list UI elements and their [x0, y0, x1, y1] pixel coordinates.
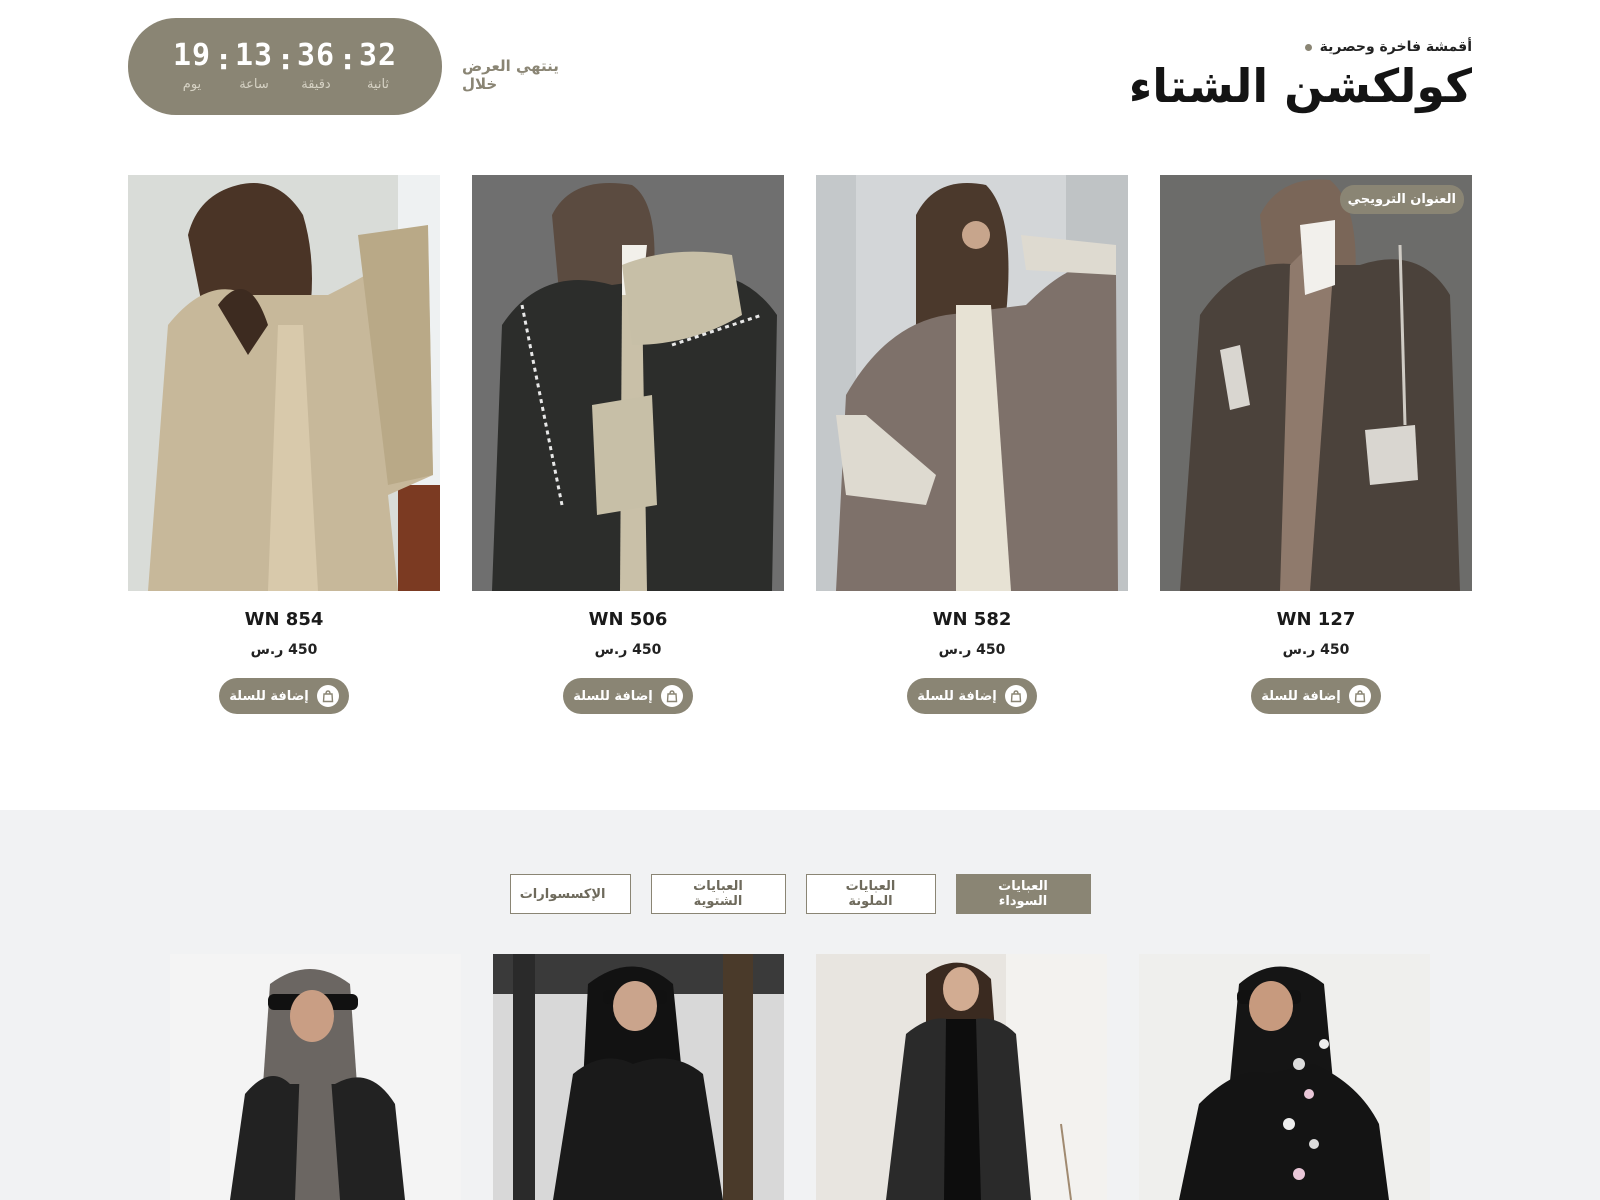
product-card: WN 582 450 ر.س إضافة للسلة [816, 175, 1128, 714]
product-name: WN 127 [1276, 609, 1356, 630]
add-to-cart-label: إضافة للسلة [917, 688, 997, 704]
countdown-days: 19 يوم [166, 38, 218, 93]
product-image[interactable]: العنوان الترويجي [1160, 175, 1472, 591]
product-image[interactable] [816, 175, 1128, 591]
product-image[interactable] [472, 175, 784, 591]
add-to-cart-button[interactable]: إضافة للسلة [563, 678, 693, 714]
countdown-seconds: 32 ثانية [352, 38, 404, 93]
section-eyebrow: أقمشة فاخرة وحصرية [1129, 36, 1472, 58]
product-image[interactable] [170, 954, 461, 1200]
countdown-days-label: يوم [182, 77, 202, 92]
product-name: WN 506 [588, 609, 668, 630]
tab-winter-abayas[interactable]: العبايات الشتوية [650, 874, 786, 914]
page-title: كولكشن الشتاء [1128, 59, 1472, 113]
product-price: 450 ر.س [250, 642, 318, 658]
shopping-bag-icon [660, 685, 683, 707]
product-price: 450 ر.س [1282, 642, 1350, 658]
countdown-hours-value: 13 [234, 38, 274, 73]
product-grid: WN 854 450 ر.س إضافة للسلة WN 506 450 ر.… [128, 175, 1472, 714]
tab-black-abayas[interactable]: العبايات السوداء [955, 874, 1091, 914]
product-price: 450 ر.س [938, 642, 1006, 658]
product-card: العنوان الترويجي WN 127 450 ر.س إضافة لل… [1160, 175, 1472, 714]
category-section: العبايات السوداء العبايات الملونة العباي… [0, 810, 1600, 1200]
add-to-cart-button[interactable]: إضافة للسلة [907, 678, 1037, 714]
countdown-seconds-value: 32 [358, 38, 398, 73]
add-to-cart-label: إضافة للسلة [1261, 688, 1341, 704]
add-to-cart-label: إضافة للسلة [573, 688, 653, 704]
winter-collection-section: أقمشة فاخرة وحصرية كولكشن الشتاء ينتهي ا… [0, 0, 1600, 810]
countdown-hours: 13 ساعة [228, 38, 280, 93]
countdown-days-value: 19 [172, 38, 212, 73]
product-price: 450 ر.س [594, 642, 662, 658]
product-name: WN 854 [244, 609, 324, 630]
eyebrow-text: أقمشة فاخرة وحصرية [1319, 39, 1472, 55]
countdown-separator: : [342, 43, 354, 76]
countdown-seconds-label: ثانية [366, 77, 390, 92]
countdown-minutes-value: 36 [296, 38, 336, 73]
countdown-minutes-label: دقيقة [301, 77, 331, 92]
add-to-cart-button[interactable]: إضافة للسلة [1251, 678, 1381, 714]
page: أقمشة فاخرة وحصرية كولكشن الشتاء ينتهي ا… [0, 0, 1600, 1200]
promo-badge: العنوان الترويجي [1339, 185, 1464, 214]
category-tabs: العبايات السوداء العبايات الملونة العباي… [0, 874, 1600, 914]
product-card: WN 854 450 ر.س إضافة للسلة [128, 175, 440, 714]
tab-colored-abayas[interactable]: العبايات الملونة [805, 874, 936, 914]
add-to-cart-button[interactable]: إضافة للسلة [219, 678, 349, 714]
product-image[interactable] [816, 954, 1107, 1200]
shopping-bag-icon [1004, 685, 1027, 707]
countdown-hours-label: ساعة [239, 77, 269, 92]
countdown-minutes: 36 دقيقة [290, 38, 342, 93]
product-image[interactable] [1139, 954, 1430, 1200]
dot-icon [1304, 43, 1312, 51]
category-product-grid [170, 954, 1430, 1200]
countdown-separator: : [280, 43, 292, 76]
offer-ends-label: ينتهي العرض خلال [462, 57, 559, 93]
add-to-cart-label: إضافة للسلة [229, 688, 309, 704]
product-name: WN 582 [932, 609, 1012, 630]
shopping-bag-icon [1348, 685, 1371, 707]
product-image[interactable] [128, 175, 440, 591]
shopping-bag-icon [316, 685, 339, 707]
countdown-separator: : [218, 43, 230, 76]
countdown-timer: 19 يوم : 13 ساعة : 36 دقيقة : 32 ثانية [128, 18, 442, 115]
section-heading: أقمشة فاخرة وحصرية كولكشن الشتاء [1129, 36, 1472, 113]
product-image[interactable] [493, 954, 784, 1200]
tab-accessories[interactable]: الإكسسوارات [509, 874, 631, 914]
product-card: WN 506 450 ر.س إضافة للسلة [472, 175, 784, 714]
